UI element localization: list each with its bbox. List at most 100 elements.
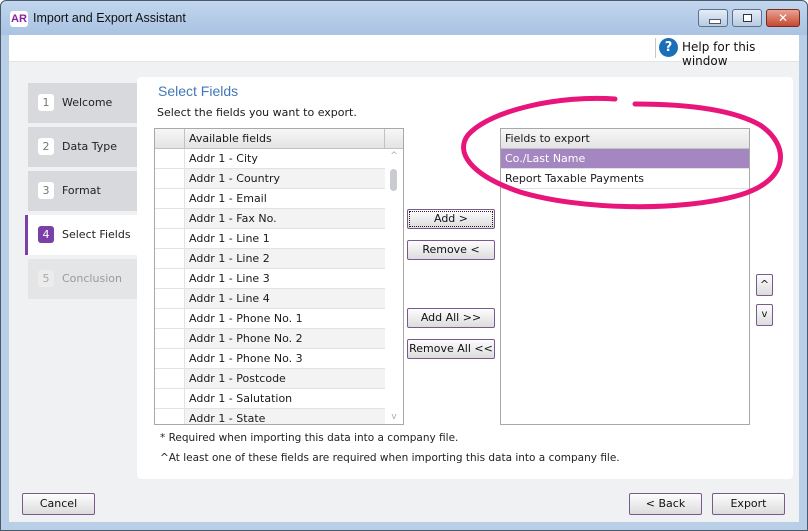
step-label: Select Fields bbox=[62, 228, 131, 241]
fields-to-export-list[interactable]: Fields to export Co./Last Name Report Ta… bbox=[500, 128, 750, 425]
field-name: Addr 1 - Line 2 bbox=[189, 252, 270, 265]
field-name: Addr 1 - State bbox=[189, 412, 266, 425]
row-gutter-cell bbox=[155, 329, 185, 348]
required-note: * Required when importing this data into… bbox=[160, 432, 459, 444]
list-item[interactable]: Addr 1 - Line 4 bbox=[155, 289, 385, 309]
available-fields-header: Available fields bbox=[155, 129, 403, 149]
list-item[interactable]: Addr 1 - Phone No. 3 bbox=[155, 349, 385, 369]
field-name: Addr 1 - Salutation bbox=[189, 392, 293, 405]
back-button[interactable]: < Back bbox=[629, 493, 702, 515]
minimize-button[interactable] bbox=[698, 9, 728, 27]
app-logo-icon: AR bbox=[10, 11, 28, 27]
vertical-scrollbar[interactable]: ^ v bbox=[385, 149, 403, 424]
row-gutter-cell bbox=[155, 369, 185, 388]
row-gutter-cell bbox=[155, 189, 185, 208]
help-link[interactable]: Help for this window bbox=[682, 40, 799, 68]
help-icon[interactable]: ? bbox=[659, 38, 678, 57]
help-bar: ? Help for this window bbox=[9, 35, 799, 68]
step-welcome[interactable]: 1 Welcome bbox=[28, 83, 138, 123]
field-name: Addr 1 - Postcode bbox=[189, 372, 286, 385]
export-button[interactable]: Export bbox=[712, 493, 785, 515]
import-export-window: AR Import and Export Assistant ✕ ? Help … bbox=[0, 0, 808, 531]
list-item[interactable]: Addr 1 - Email bbox=[155, 189, 385, 209]
field-name: Addr 1 - Line 3 bbox=[189, 272, 270, 285]
row-gutter-cell bbox=[155, 209, 185, 228]
step-data-type[interactable]: 2 Data Type bbox=[28, 127, 138, 167]
maximize-button[interactable] bbox=[732, 9, 762, 27]
list-item[interactable]: Addr 1 - Line 1 bbox=[155, 229, 385, 249]
field-name: Addr 1 - Phone No. 2 bbox=[189, 332, 303, 345]
select-fields-panel: Select Fields Select the fields you want… bbox=[137, 77, 793, 479]
step-number: 5 bbox=[38, 270, 54, 287]
field-name: Addr 1 - Phone No. 1 bbox=[189, 312, 303, 325]
field-name: Addr 1 - Fax No. bbox=[189, 212, 277, 225]
row-gutter-cell bbox=[155, 229, 185, 248]
list-item[interactable]: Addr 1 - State bbox=[155, 409, 385, 425]
fields-to-export-rows: Co./Last Name Report Taxable Payments bbox=[501, 149, 749, 189]
row-gutter-cell bbox=[155, 309, 185, 328]
fields-to-export-header: Fields to export bbox=[501, 129, 749, 149]
row-gutter-cell bbox=[155, 409, 185, 424]
column-header: Available fields bbox=[189, 132, 272, 145]
scroll-up-icon[interactable]: ^ bbox=[389, 151, 399, 161]
client-area: ? Help for this window 1 Welcome 2 Data … bbox=[9, 35, 799, 522]
title-bar[interactable]: AR Import and Export Assistant ✕ bbox=[1, 1, 807, 35]
help-separator bbox=[655, 38, 656, 58]
field-name: Addr 1 - Email bbox=[189, 192, 267, 205]
field-name: Addr 1 - Line 1 bbox=[189, 232, 270, 245]
field-name: Addr 1 - City bbox=[189, 152, 258, 165]
scroll-down-icon[interactable]: v bbox=[389, 412, 399, 422]
close-icon: ✕ bbox=[777, 11, 789, 25]
step-conclusion: 5 Conclusion bbox=[28, 259, 138, 299]
move-up-button[interactable]: ^ bbox=[756, 274, 773, 296]
page-instructions: Select the fields you want to export. bbox=[157, 106, 357, 119]
list-item[interactable]: Addr 1 - City bbox=[155, 149, 385, 169]
row-gutter-cell bbox=[155, 349, 185, 368]
field-name: Addr 1 - Line 4 bbox=[189, 292, 270, 305]
list-item[interactable]: Addr 1 - Fax No. bbox=[155, 209, 385, 229]
step-number: 1 bbox=[38, 94, 54, 111]
close-button[interactable]: ✕ bbox=[766, 9, 800, 27]
field-name: Addr 1 - Phone No. 3 bbox=[189, 352, 303, 365]
step-number: 3 bbox=[38, 182, 54, 199]
row-gutter-cell bbox=[155, 249, 185, 268]
step-label: Conclusion bbox=[62, 272, 122, 285]
page-title: Select Fields bbox=[158, 83, 239, 99]
remove-button[interactable]: Remove < bbox=[407, 240, 495, 260]
list-item-selected[interactable]: Co./Last Name bbox=[501, 149, 749, 169]
step-format[interactable]: 3 Format bbox=[28, 171, 138, 211]
list-item[interactable]: Addr 1 - Phone No. 1 bbox=[155, 309, 385, 329]
field-name: Addr 1 - Country bbox=[189, 172, 280, 185]
column-header: Fields to export bbox=[505, 132, 590, 145]
step-number: 2 bbox=[38, 138, 54, 155]
row-header-cell bbox=[155, 129, 185, 148]
row-gutter-cell bbox=[155, 389, 185, 408]
list-item[interactable]: Addr 1 - Line 3 bbox=[155, 269, 385, 289]
list-item[interactable]: Addr 1 - Line 2 bbox=[155, 249, 385, 269]
row-gutter-cell bbox=[155, 149, 185, 168]
add-button[interactable]: Add > bbox=[407, 209, 495, 229]
step-label: Data Type bbox=[62, 140, 118, 153]
list-item[interactable]: Addr 1 - Phone No. 2 bbox=[155, 329, 385, 349]
available-fields-rows: Addr 1 - City Addr 1 - Country Addr 1 - Em… bbox=[155, 149, 385, 425]
remove-all-button[interactable]: Remove All << bbox=[407, 339, 495, 359]
row-gutter-cell bbox=[155, 289, 185, 308]
row-gutter-cell bbox=[155, 269, 185, 288]
list-item[interactable]: Addr 1 - Country bbox=[155, 169, 385, 189]
cancel-button[interactable]: Cancel bbox=[22, 493, 95, 515]
step-select-fields[interactable]: 4 Select Fields bbox=[25, 215, 141, 255]
row-gutter-cell bbox=[155, 169, 185, 188]
window-title: Import and Export Assistant bbox=[33, 11, 186, 25]
step-label: Format bbox=[62, 184, 101, 197]
add-all-button[interactable]: Add All >> bbox=[407, 308, 495, 328]
list-item[interactable]: Addr 1 - Postcode bbox=[155, 369, 385, 389]
at-least-one-note: ^At least one of these fields are requir… bbox=[160, 452, 620, 464]
move-down-button[interactable]: v bbox=[756, 304, 773, 326]
available-fields-list[interactable]: Available fields Addr 1 - City Addr 1 - C… bbox=[154, 128, 404, 425]
scrollbar-thumb[interactable] bbox=[390, 169, 397, 191]
step-label: Welcome bbox=[62, 96, 113, 109]
list-item[interactable]: Report Taxable Payments bbox=[501, 169, 749, 189]
list-item[interactable]: Addr 1 - Salutation bbox=[155, 389, 385, 409]
step-number: 4 bbox=[38, 226, 54, 243]
column-divider bbox=[384, 129, 385, 148]
